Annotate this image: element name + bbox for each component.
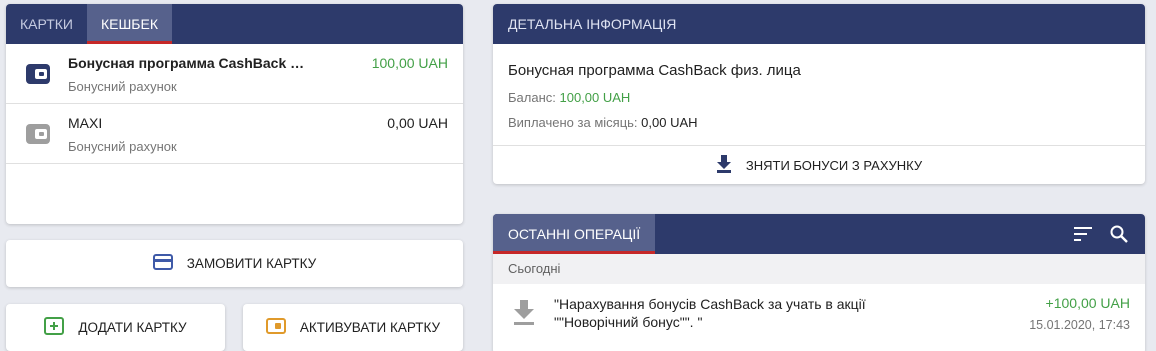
withdraw-bonus-button[interactable]: Зняти бонуси з рахунку (493, 146, 1145, 184)
account-item-cashback[interactable]: Бонусная программа CashBack физ. лица Бо… (6, 44, 463, 104)
operations-panel: Останні операції Сьогодні "Нарахування б… (493, 214, 1145, 351)
operations-header: Останні операції (493, 214, 1145, 254)
card-toggle-icon (265, 318, 286, 337)
accounts-tabs: Картки Кешбек (6, 4, 463, 44)
wallet-icon (26, 64, 50, 84)
detail-panel: Детальна інформація Бонусная программа C… (493, 4, 1145, 184)
paid-label: Виплачено за місяць: (508, 115, 638, 130)
balance-value: 100,00 UAH (559, 90, 631, 105)
activate-card-button[interactable]: Активувати картку (243, 304, 463, 351)
operation-description: "Нарахування бонусів CashBack за учать в… (554, 296, 866, 330)
operation-row[interactable]: "Нарахування бонусів CashBack за учать в… (493, 284, 1145, 351)
tab-cashback[interactable]: Кешбек (86, 4, 173, 44)
date-group-label: Сьогодні (493, 254, 1145, 284)
arrow-down-icon (716, 154, 732, 176)
operation-datetime: 15.01.2020, 17:43 (1029, 318, 1130, 332)
order-card-button[interactable]: Замовити картку (6, 240, 463, 287)
paid-line: Виплачено за місяць: 0,00 UAH (508, 115, 698, 130)
tab-cards[interactable]: Картки (6, 4, 87, 44)
accounts-panel: Картки Кешбек Бонусная программа CashBac… (6, 4, 463, 224)
detail-header: Детальна інформація (493, 4, 1145, 44)
activate-card-label: Активувати картку (299, 320, 441, 335)
add-card-button[interactable]: Додати картку (6, 304, 225, 351)
download-icon (513, 300, 535, 331)
operation-amount: +100,00 UAH (1045, 295, 1130, 311)
wallet-icon (26, 124, 50, 144)
account-subtitle: Бонусний рахунок (68, 139, 177, 154)
tab-recent-operations[interactable]: Останні операції (493, 214, 656, 254)
credit-card-icon (152, 254, 173, 273)
account-amount: 0,00 UAH (387, 115, 448, 131)
search-icon[interactable] (1109, 225, 1129, 243)
order-card-label: Замовити картку (186, 256, 317, 271)
add-card-label: Додати картку (78, 320, 187, 335)
add-box-icon (44, 317, 65, 338)
account-name: Бонусная программа CashBack физ. лица (68, 55, 313, 71)
account-amount: 100,00 UAH (371, 55, 448, 71)
withdraw-label: Зняти бонуси з рахунку (745, 157, 923, 173)
balance-label: Баланс: (508, 90, 556, 105)
account-item-maxi[interactable]: MAXI Бонусний рахунок 0,00 UAH (6, 104, 463, 164)
balance-line: Баланс: 100,00 UAH (508, 90, 630, 105)
filter-sort-icon[interactable] (1073, 225, 1093, 243)
paid-value: 0,00 UAH (641, 115, 698, 130)
detail-title: Бонусная программа CashBack физ. лица (508, 62, 801, 79)
account-subtitle: Бонусний рахунок (68, 79, 177, 94)
account-name: MAXI (68, 115, 103, 131)
